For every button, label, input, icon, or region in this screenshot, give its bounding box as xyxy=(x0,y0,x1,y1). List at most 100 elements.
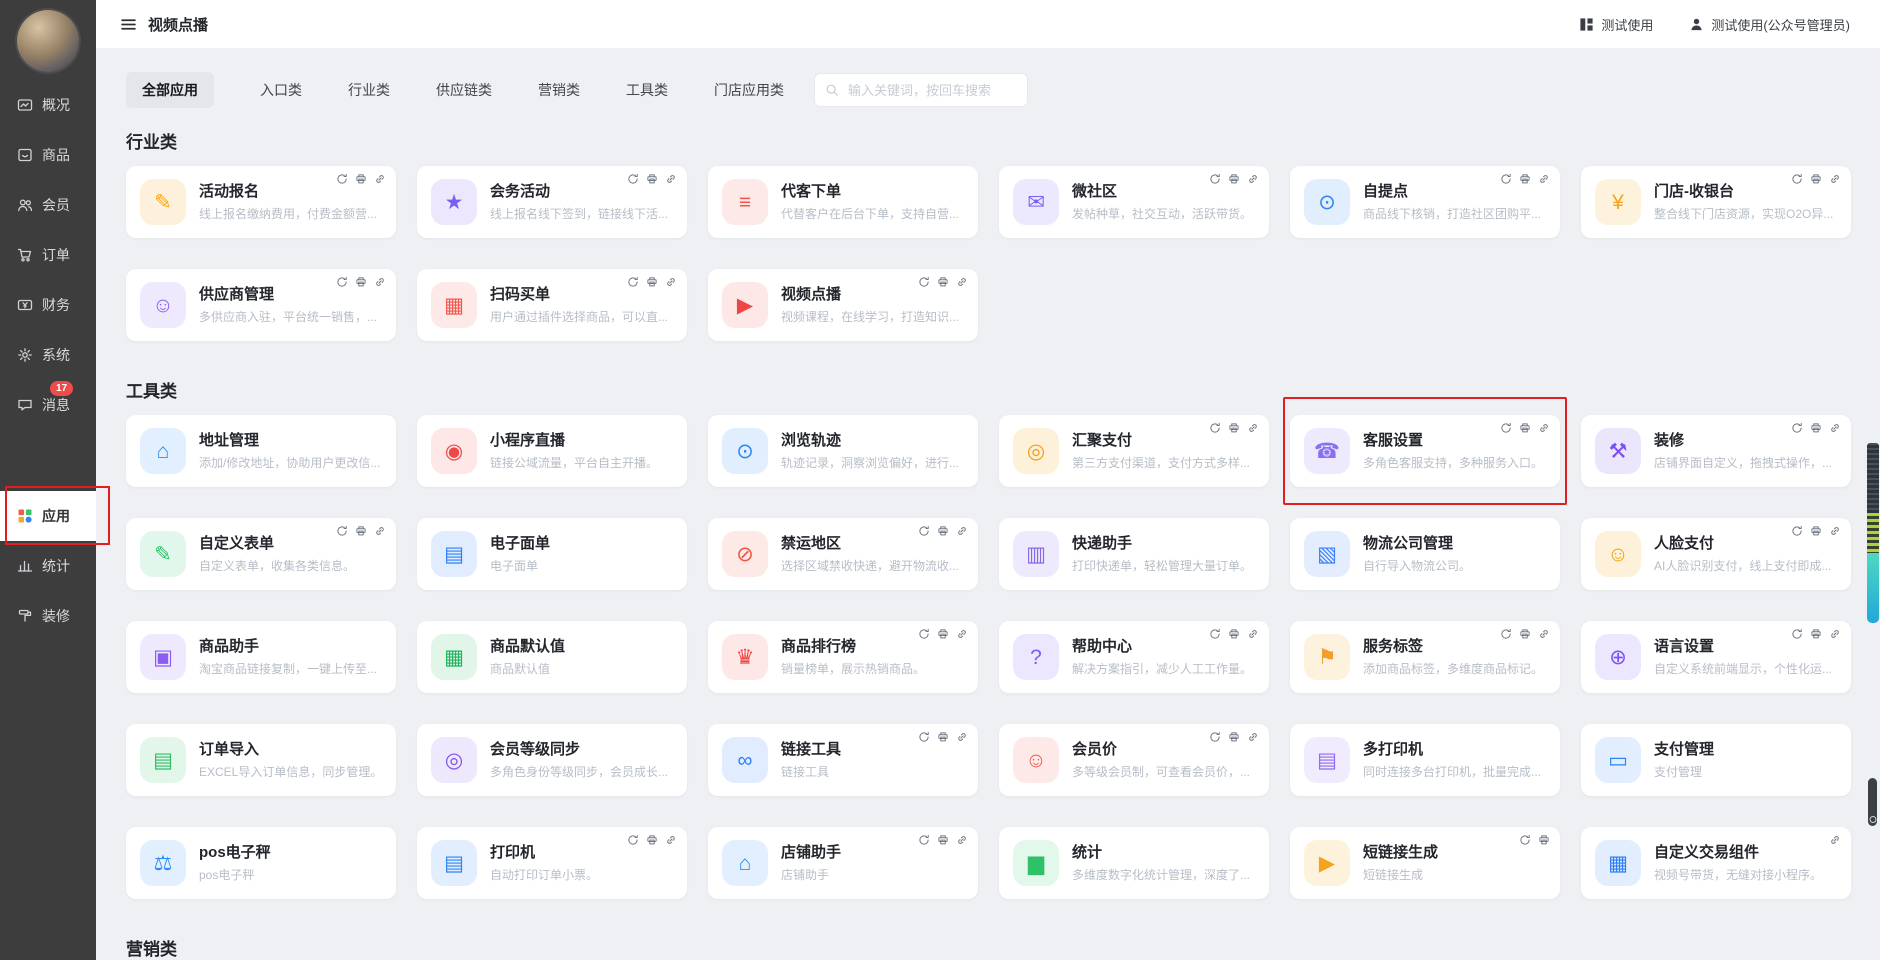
tab-0[interactable]: 全部应用 xyxy=(126,72,214,108)
refresh-icon[interactable] xyxy=(918,834,930,846)
app-card[interactable]: ⊕ 语言设置 自定义系统前端显示，个性化运... xyxy=(1581,621,1851,693)
print-icon[interactable] xyxy=(1538,834,1550,846)
print-icon[interactable] xyxy=(355,276,367,288)
sidebar-item-order[interactable]: 订单 xyxy=(0,230,96,280)
app-card[interactable]: ⚑ 服务标签 添加商品标签，多维度商品标记。 xyxy=(1290,621,1560,693)
app-card[interactable]: ◉ 小程序直播 链接公域流量，平台自主开播。 xyxy=(417,415,687,487)
app-card[interactable]: ▦ 扫码买单 用户通过插件选择商品，可以直... xyxy=(417,269,687,341)
link-icon[interactable] xyxy=(1829,173,1841,185)
user-menu[interactable]: 测试使用(公众号管理员) xyxy=(1689,15,1850,34)
app-card[interactable]: ⌂ 店铺助手 店铺助手 xyxy=(708,827,978,899)
link-icon[interactable] xyxy=(374,173,386,185)
app-card[interactable]: ⊙ 自提点 商品线下核销，打造社区团购平... xyxy=(1290,166,1560,238)
app-card[interactable]: ∞ 链接工具 链接工具 xyxy=(708,724,978,796)
link-icon[interactable] xyxy=(956,731,968,743)
print-icon[interactable] xyxy=(1228,422,1240,434)
tab-2[interactable]: 行业类 xyxy=(348,72,390,108)
print-icon[interactable] xyxy=(646,173,658,185)
avatar[interactable] xyxy=(17,10,79,72)
print-icon[interactable] xyxy=(1810,173,1822,185)
link-icon[interactable] xyxy=(1829,834,1841,846)
link-icon[interactable] xyxy=(1247,628,1259,640)
app-card[interactable]: ≡ 代客下单 代替客户在后台下单，支持自营... xyxy=(708,166,978,238)
refresh-icon[interactable] xyxy=(627,276,639,288)
print-icon[interactable] xyxy=(1810,422,1822,434)
refresh-icon[interactable] xyxy=(918,731,930,743)
print-icon[interactable] xyxy=(646,834,658,846)
app-card[interactable]: ☺ 供应商管理 多供应商入驻，平台统一销售，... xyxy=(126,269,396,341)
print-icon[interactable] xyxy=(937,276,949,288)
sidebar-item-deco[interactable]: 装修 xyxy=(0,591,96,641)
sidebar-item-system[interactable]: 系统 xyxy=(0,330,96,380)
link-icon[interactable] xyxy=(665,834,677,846)
app-card[interactable]: ⌂ 地址管理 添加/修改地址，协助用户更改信... xyxy=(126,415,396,487)
app-card[interactable]: ✎ 自定义表单 自定义表单，收集各类信息。 xyxy=(126,518,396,590)
refresh-icon[interactable] xyxy=(1500,628,1512,640)
link-icon[interactable] xyxy=(956,276,968,288)
app-card[interactable]: ¥ 门店-收银台 整合线下门店资源，实现O2O异... xyxy=(1581,166,1851,238)
link-icon[interactable] xyxy=(1829,422,1841,434)
link-icon[interactable] xyxy=(956,628,968,640)
print-icon[interactable] xyxy=(1810,525,1822,537)
link-icon[interactable] xyxy=(1538,628,1550,640)
app-card[interactable]: ▭ 支付管理 支付管理 xyxy=(1581,724,1851,796)
print-icon[interactable] xyxy=(1810,628,1822,640)
scrollbar-thumb[interactable] xyxy=(1868,778,1877,826)
refresh-icon[interactable] xyxy=(1500,173,1512,185)
app-card[interactable]: ♛ 商品排行榜 销量榜单，展示热销商品。 xyxy=(708,621,978,693)
print-icon[interactable] xyxy=(1228,731,1240,743)
app-card[interactable]: ⚒ 装修 店铺界面自定义，拖拽式操作，... xyxy=(1581,415,1851,487)
app-card[interactable]: ▆ 统计 多维度数字化统计管理，深度了... xyxy=(999,827,1269,899)
link-icon[interactable] xyxy=(956,525,968,537)
print-icon[interactable] xyxy=(1519,422,1531,434)
hamburger-menu-icon[interactable] xyxy=(120,16,138,32)
app-card[interactable]: ★ 会务活动 线上报名线下签到，链接线下活... xyxy=(417,166,687,238)
link-icon[interactable] xyxy=(374,276,386,288)
refresh-icon[interactable] xyxy=(336,525,348,537)
app-card[interactable]: ▤ 打印机 自动打印订单小票。 xyxy=(417,827,687,899)
app-card[interactable]: ☎ 客服设置 多角色客服支持，多种服务入口。 xyxy=(1283,397,1567,505)
link-icon[interactable] xyxy=(1829,525,1841,537)
print-icon[interactable] xyxy=(355,173,367,185)
app-card[interactable]: ✉ 微社区 发帖种草，社交互动，活跃带货。 xyxy=(999,166,1269,238)
refresh-icon[interactable] xyxy=(918,276,930,288)
sidebar-item-apps[interactable]: 应用 xyxy=(0,486,110,545)
refresh-icon[interactable] xyxy=(918,525,930,537)
app-card[interactable]: ☺ 会员价 多等级会员制，可查看会员价，... xyxy=(999,724,1269,796)
app-card[interactable]: ▶ 视频点播 视频课程，在线学习，打造知识... xyxy=(708,269,978,341)
app-card[interactable]: ▧ 物流公司管理 自行导入物流公司。 xyxy=(1290,518,1560,590)
print-icon[interactable] xyxy=(1519,173,1531,185)
refresh-icon[interactable] xyxy=(1209,422,1221,434)
app-card[interactable]: ☺ 人脸支付 AI人脸识别支付，线上支付即成... xyxy=(1581,518,1851,590)
refresh-icon[interactable] xyxy=(1209,628,1221,640)
sidebar-item-stats[interactable]: 统计 xyxy=(0,541,96,591)
app-card[interactable]: ▤ 多打印机 同时连接多台打印机，批量完成... xyxy=(1290,724,1560,796)
app-card[interactable]: ⊘ 禁运地区 选择区域禁收快递，避开物流收... xyxy=(708,518,978,590)
app-card[interactable]: ✎ 活动报名 线上报名缴纳费用，付费金额营... xyxy=(126,166,396,238)
tab-1[interactable]: 入口类 xyxy=(260,72,302,108)
print-icon[interactable] xyxy=(937,525,949,537)
refresh-icon[interactable] xyxy=(336,276,348,288)
app-card[interactable]: ▤ 电子面单 电子面单 xyxy=(417,518,687,590)
link-icon[interactable] xyxy=(1247,173,1259,185)
app-card[interactable]: ⊙ 浏览轨迹 轨迹记录，洞察浏览偏好，进行... xyxy=(708,415,978,487)
app-card[interactable]: ⚖ pos电子秤 pos电子秤 xyxy=(126,827,396,899)
app-card[interactable]: ◎ 会员等级同步 多角色身份等级同步，会员成长... xyxy=(417,724,687,796)
search-input[interactable] xyxy=(846,81,1017,99)
refresh-icon[interactable] xyxy=(336,173,348,185)
app-card[interactable]: ▦ 自定义交易组件 视频号带货，无缝对接小程序。 xyxy=(1581,827,1851,899)
refresh-icon[interactable] xyxy=(1791,422,1803,434)
tab-5[interactable]: 工具类 xyxy=(626,72,668,108)
app-card[interactable]: ? 帮助中心 解决方案指引，减少人工工作量。 xyxy=(999,621,1269,693)
refresh-icon[interactable] xyxy=(1209,173,1221,185)
refresh-icon[interactable] xyxy=(627,173,639,185)
print-icon[interactable] xyxy=(937,834,949,846)
link-icon[interactable] xyxy=(665,173,677,185)
refresh-icon[interactable] xyxy=(1519,834,1531,846)
refresh-icon[interactable] xyxy=(1500,422,1512,434)
print-icon[interactable] xyxy=(646,276,658,288)
refresh-icon[interactable] xyxy=(918,628,930,640)
app-card[interactable]: ▦ 商品默认值 商品默认值 xyxy=(417,621,687,693)
app-card[interactable]: ▤ 订单导入 EXCEL导入订单信息，同步管理。 xyxy=(126,724,396,796)
refresh-icon[interactable] xyxy=(1209,731,1221,743)
